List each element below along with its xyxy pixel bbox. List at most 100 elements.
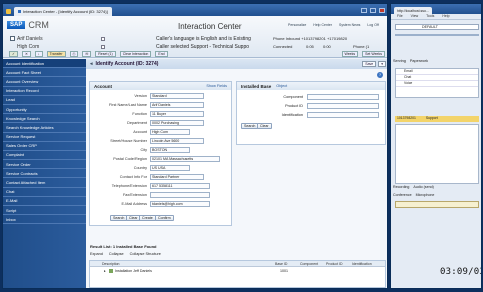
component-input[interactable] [307, 94, 379, 100]
field-label: Function [132, 112, 147, 116]
sidebar-item-inbox[interactable]: Inbox [3, 215, 86, 225]
set-weeks-button[interactable]: Set Weeks [362, 50, 385, 57]
sidebar-item-contact-attached-item[interactable]: Contact Attached Item [3, 178, 86, 188]
toolbar-icon-1[interactable]: ✓ [9, 50, 18, 57]
menu-view[interactable]: View [411, 14, 419, 19]
maximize-icon[interactable] [370, 7, 376, 13]
row-base-id: 1001 [280, 269, 288, 273]
account-input[interactable]: High Com [150, 129, 190, 135]
audio-controls[interactable] [395, 201, 479, 208]
sidebar-item-service-contracts[interactable]: Service Contracts [3, 169, 86, 179]
menu-tools[interactable]: Tools [426, 14, 434, 19]
side-tab[interactable]: http://localhost.sso... [394, 7, 432, 14]
paperwork-option[interactable]: Paperwork [410, 59, 428, 63]
name-input[interactable]: Arif Daniels [150, 102, 204, 108]
queue-row[interactable]: Voice [396, 81, 478, 87]
sidebar-item-service-order[interactable]: Service Order [3, 160, 86, 170]
show-fields-link[interactable]: Show Fields [206, 84, 227, 88]
field-country: Country US USA [90, 165, 231, 171]
city-input[interactable]: BOSTON [150, 147, 190, 153]
col-component[interactable]: Component [300, 261, 318, 267]
expand-link[interactable]: Expand [90, 252, 103, 256]
field-label: First Name/Last Name [109, 103, 147, 107]
transfer-button[interactable]: Transfer [46, 50, 66, 57]
sidebar-item-service-request[interactable]: Service Request [3, 133, 86, 142]
collapse-structure-link[interactable]: Collapse Structure [130, 252, 161, 256]
version-select[interactable]: Standard [150, 93, 204, 99]
field-label: Fax/Extension [122, 193, 147, 197]
identification-input[interactable] [307, 112, 379, 118]
sidebar-item-opportunity[interactable]: Opportunity [3, 105, 86, 115]
collapse-link[interactable]: Collapse [109, 252, 124, 256]
account-search-button[interactable]: Search [110, 215, 128, 221]
sidebar-item-email[interactable]: E-Mail [3, 197, 86, 206]
reset-button[interactable]: Reset (1) [95, 50, 116, 57]
selected-call-row[interactable]: 1013798201 Support [395, 116, 479, 122]
contact-checkbox-1[interactable] [101, 37, 105, 41]
account-panel-header: Account Show Fields [90, 82, 231, 90]
serving-option[interactable]: Serving [393, 59, 406, 63]
expand-icon[interactable]: ▸ [104, 269, 106, 273]
profile-dropdown[interactable]: DEFAULT [395, 24, 479, 30]
field-account: Account High Com [90, 129, 231, 135]
country-input[interactable]: US USA [150, 165, 190, 171]
department-input[interactable]: 0002 Purchasing [150, 120, 204, 126]
topnav-help-center[interactable]: Help Center [313, 23, 332, 27]
postal-input[interactable]: 02101 MA Massachusetts [150, 156, 220, 162]
col-identification[interactable]: Identification [352, 261, 372, 267]
account-confirm-button[interactable]: Confirm [155, 215, 174, 221]
result-list-tab[interactable]: Result List: 1 Installed Base Found [90, 244, 156, 249]
sidebar-item-knowledge-search[interactable]: Knowledge Search [3, 114, 86, 124]
close-icon[interactable] [379, 7, 385, 13]
more-dropdown[interactable]: ▾ [378, 61, 386, 67]
sidebar-item-account-overview[interactable]: Account Overview [3, 77, 86, 87]
field-identification: Identification [237, 112, 385, 118]
topnav-log-off[interactable]: Log Off [367, 23, 378, 27]
end-button[interactable]: End [155, 50, 168, 57]
minimize-icon[interactable] [361, 7, 367, 13]
topnav-system-news[interactable]: System News [339, 23, 360, 27]
fax-input[interactable] [150, 192, 210, 198]
topnav-personalize[interactable]: Personalize [288, 23, 306, 27]
field-label: Account [133, 130, 147, 134]
base-clear-button[interactable]: Clear [257, 123, 272, 129]
table-row[interactable]: ▸ Installation Jeff Daniels 1001 [90, 268, 385, 274]
function-input[interactable]: 11 Buyer [150, 111, 204, 117]
toolbar-icon-4[interactable]: ⎙ [69, 50, 79, 57]
help-icon[interactable]: ? [377, 72, 383, 78]
col-product-id[interactable]: Product ID [326, 261, 343, 267]
toolbar-icon-5[interactable]: ✉ [82, 50, 92, 57]
save-button[interactable]: Save [362, 61, 377, 67]
col-description[interactable]: Description [102, 261, 120, 267]
sidebar-item-lead[interactable]: Lead [3, 96, 86, 105]
conference-checkbox[interactable]: Conference [393, 193, 412, 197]
product-id-input[interactable] [307, 103, 379, 109]
menu-file[interactable]: File [397, 14, 403, 19]
back-icon[interactable]: ◂ [90, 61, 93, 67]
toolbar-icon-3[interactable]: ↓ [34, 50, 43, 57]
weeks-button[interactable]: Weeks [341, 50, 359, 57]
sidebar-item-search-knowledge-articles[interactable]: Search Knowledge Articles [3, 123, 86, 133]
sidebar-item-chat[interactable]: Chat [3, 188, 86, 197]
sidebar-item-complaint[interactable]: Complaint [3, 151, 86, 161]
base-search-button[interactable]: Search [241, 123, 259, 129]
col-base-id[interactable]: Base ID [275, 261, 287, 267]
contact-info-select[interactable]: Standard Partner [150, 174, 204, 180]
sidebar-item-script[interactable]: Script [3, 206, 86, 216]
sidebar-item-interaction-record[interactable]: Interaction Record [3, 87, 86, 96]
sidebar-item-sales-order[interactable]: Sales Order CRP [3, 142, 86, 151]
sidebar-item-account-fact-sheet[interactable]: Account Fact Sheet [3, 68, 86, 78]
clear-interaction-button[interactable]: Clear Interaction [119, 50, 152, 57]
browser-tab[interactable]: Interaction Center - [Identify Account (… [14, 7, 112, 16]
field-label: Department [127, 121, 147, 125]
menu-help[interactable]: Help [442, 14, 449, 19]
account-create-button[interactable]: Create [139, 215, 156, 221]
street-input[interactable]: Lincoln Ave 5600 [150, 138, 204, 144]
email-input[interactable]: tdaniels@high.com [150, 201, 210, 207]
conference-row: Conference Microphone [393, 193, 434, 197]
toolbar-icon-2[interactable]: ✕ [21, 50, 31, 57]
sidebar-item-account-identification[interactable]: Account Identification [3, 59, 86, 69]
telephone-input[interactable]: 617 5358111 [150, 183, 210, 189]
object-tab[interactable]: Object [276, 84, 287, 88]
recording-checkbox[interactable]: Recording [393, 185, 409, 189]
